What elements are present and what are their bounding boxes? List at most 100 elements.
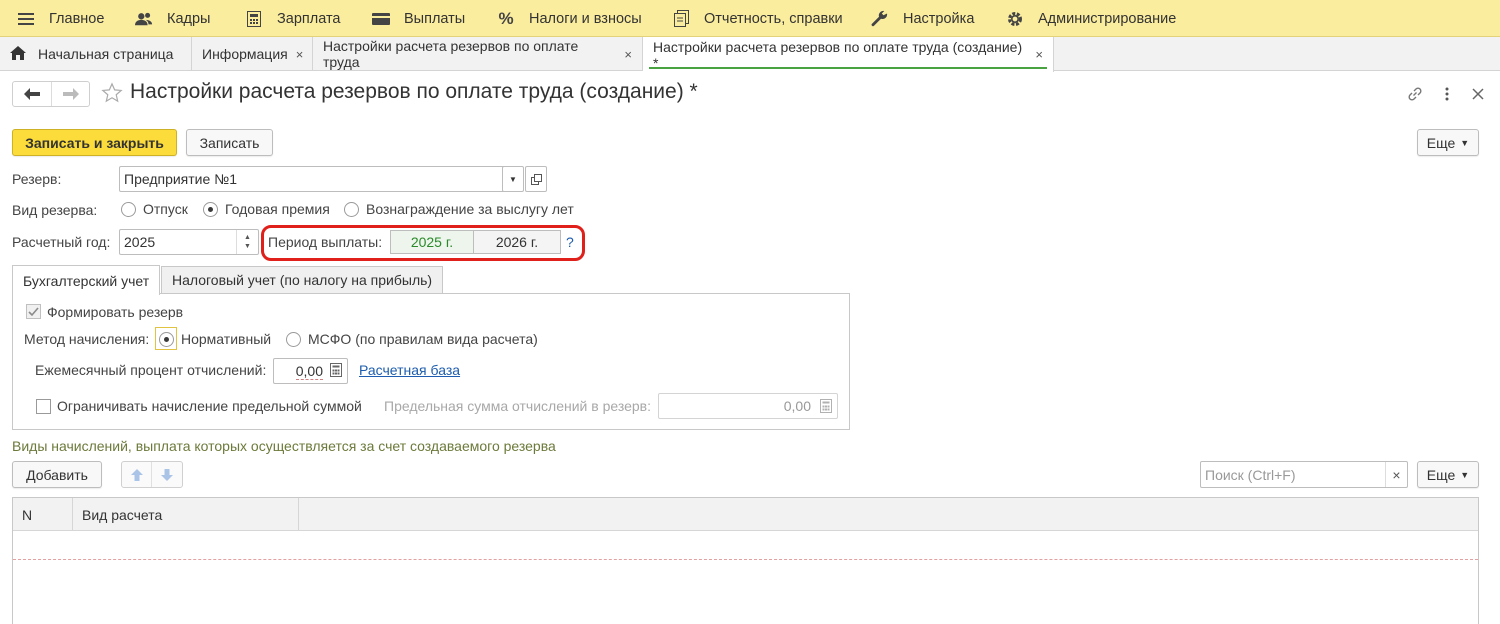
home-icon: [10, 45, 26, 63]
reserve-label: Резерв:: [12, 171, 62, 187]
radio-circle: [344, 201, 359, 217]
period-option-2026[interactable]: 2026 г.: [473, 230, 561, 254]
tab-label: Информация: [202, 46, 288, 62]
stepper-down-icon[interactable]: ▼: [244, 242, 251, 251]
radio-circle-selected: [159, 331, 174, 347]
monthly-percent-label: Ежемесячный процент отчислений:: [35, 362, 267, 378]
tab-reserve-settings-create[interactable]: Настройки расчета резервов по оплате тру…: [643, 37, 1054, 72]
move-buttons: [121, 461, 183, 488]
tab-info[interactable]: Информация ×: [192, 37, 313, 71]
favorite-star-icon[interactable]: [101, 82, 123, 104]
close-icon[interactable]: ×: [1035, 47, 1043, 62]
calculator-icon[interactable]: [330, 363, 342, 380]
reserve-value: Предприятие №1: [124, 171, 237, 187]
radio-circle: [121, 201, 136, 217]
tab-label: Настройки расчета резервов по оплате тру…: [323, 38, 579, 70]
stepper-up-icon[interactable]: ▲: [244, 233, 251, 242]
menu-item-taxes[interactable]: % Налоги и взносы: [497, 0, 642, 37]
menu-item-reports[interactable]: Отчетность, справки: [672, 0, 843, 37]
accounting-panel: Формировать резерв Метод начисления: Нор…: [12, 293, 850, 430]
monthly-percent-value: 0,00: [295, 362, 323, 380]
limit-sum-input[interactable]: 0,00: [658, 393, 838, 419]
open-form-icon: [530, 173, 542, 185]
more-button[interactable]: Еще ▼: [1417, 129, 1479, 156]
save-button[interactable]: Записать: [186, 129, 273, 156]
menu-item-label: Главное: [49, 10, 105, 27]
more-vertical-icon[interactable]: [1437, 84, 1457, 104]
empty-row-separator: [13, 559, 1478, 560]
forward-button[interactable]: [51, 82, 89, 106]
arrow-down-icon: [161, 468, 173, 481]
menu-item-main[interactable]: Главное: [17, 0, 104, 37]
tab-accounting[interactable]: Бухгалтерский учет: [12, 265, 161, 295]
menu-item-payments[interactable]: Выплаты: [372, 0, 465, 37]
radio-method-ifrs[interactable]: МСФО (по правилам вида расчета): [286, 331, 538, 347]
menu-item-label: Администрирование: [1038, 10, 1177, 27]
year-label: Расчетный год:: [12, 234, 111, 250]
move-down-button[interactable]: [152, 462, 182, 487]
menu-item-admin[interactable]: Администрирование: [1006, 0, 1176, 37]
clear-icon: ×: [1392, 466, 1401, 483]
table-header: N Вид расчета: [13, 498, 1478, 531]
caret-down-icon: ▼: [509, 174, 517, 184]
caret-down-icon: ▼: [1460, 469, 1470, 480]
menu-item-hr[interactable]: Кадры: [135, 0, 210, 37]
column-header-n[interactable]: N: [13, 498, 73, 531]
calculator-icon[interactable]: [820, 399, 832, 416]
add-button[interactable]: Добавить: [12, 461, 102, 488]
wrench-icon: [871, 10, 889, 28]
limit-sum-value: 0,00: [783, 398, 811, 414]
arrow-up-icon: [130, 468, 143, 481]
close-window-icon[interactable]: [1468, 84, 1488, 104]
radio-method-normative[interactable]: Нормативный: [159, 331, 271, 347]
reserve-dropdown-button[interactable]: ▼: [502, 166, 524, 192]
link-icon[interactable]: [1405, 84, 1425, 104]
reserve-open-button[interactable]: [525, 166, 547, 192]
radio-label: Нормативный: [181, 331, 272, 347]
radio-circle: [286, 331, 301, 347]
people-icon: [135, 10, 153, 28]
close-icon[interactable]: ×: [296, 47, 304, 62]
search-input[interactable]: Поиск (Ctrl+F): [1200, 461, 1408, 488]
radio-annual-bonus[interactable]: Годовая премия: [203, 201, 330, 217]
hamburger-icon: [17, 10, 35, 28]
arrow-left-icon: [24, 88, 40, 100]
search-clear-button[interactable]: ×: [1385, 462, 1407, 487]
accruals-more-button[interactable]: Еще ▼: [1417, 461, 1479, 488]
radio-label: Отпуск: [143, 201, 188, 217]
limit-checkbox[interactable]: [36, 399, 51, 414]
menu-item-settings[interactable]: Настройка: [871, 0, 974, 37]
help-icon[interactable]: ?: [566, 234, 574, 250]
radio-vacation[interactable]: Отпуск: [121, 201, 188, 217]
form-reserve-checkbox[interactable]: [26, 304, 41, 319]
save-and-close-button[interactable]: Записать и закрыть: [12, 129, 177, 156]
open-tabs-bar: Начальная страница Информация × Настройк…: [0, 37, 1500, 72]
close-icon[interactable]: ×: [624, 47, 632, 62]
limit-sum-label: Предельная сумма отчислений в резерв:: [384, 398, 652, 414]
reserve-input[interactable]: Предприятие №1: [119, 166, 523, 192]
move-up-button[interactable]: [122, 462, 152, 487]
year-stepper[interactable]: ▲ ▼: [236, 230, 258, 254]
arrow-right-icon: [62, 88, 79, 100]
period-option-2025[interactable]: 2025 г.: [390, 230, 474, 254]
calculation-base-link[interactable]: Расчетная база: [359, 362, 460, 378]
radio-long-service[interactable]: Вознаграждение за выслугу лет: [344, 201, 574, 217]
history-nav: [12, 81, 90, 107]
year-value: 2025: [124, 234, 156, 250]
active-tab-indicator: [649, 67, 1047, 69]
radio-circle-selected: [203, 201, 218, 217]
menu-item-salary[interactable]: Зарплата: [245, 0, 341, 37]
main-menu-bar: Главное Кадры Зарплата Выплаты % Налоги …: [0, 0, 1500, 37]
tab-reserve-settings[interactable]: Настройки расчета резервов по оплате тру…: [313, 37, 643, 71]
tab-home[interactable]: Начальная страница: [0, 37, 192, 71]
menu-item-label: Настройка: [903, 10, 975, 27]
menu-item-label: Налоги и взносы: [529, 10, 642, 27]
back-button[interactable]: [13, 82, 51, 106]
tab-tax-accounting[interactable]: Налоговый учет (по налогу на прибыль): [161, 266, 444, 293]
radio-label: МСФО (по правилам вида расчета): [308, 331, 538, 347]
accruals-section-title: Виды начислений, выплата которых осущест…: [12, 438, 556, 454]
menu-item-label: Кадры: [167, 10, 211, 27]
column-header-calc-type[interactable]: Вид расчета: [73, 498, 299, 531]
radio-label: Вознаграждение за выслугу лет: [366, 201, 574, 217]
gear-icon: [1006, 10, 1024, 28]
